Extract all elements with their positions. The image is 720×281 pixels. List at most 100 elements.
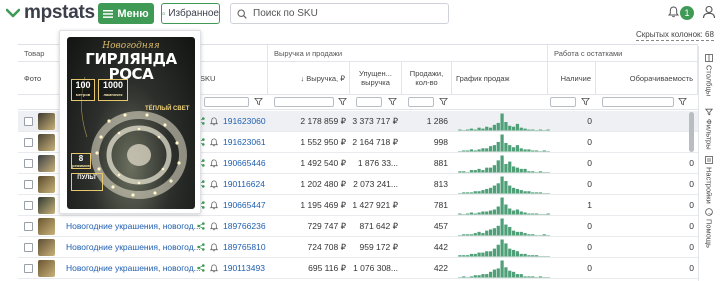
sku-link[interactable]: 190113493 xyxy=(223,258,268,278)
track-bell-icon[interactable] xyxy=(210,117,218,126)
row-checkbox[interactable] xyxy=(24,201,33,210)
row-checkbox[interactable] xyxy=(24,264,33,273)
filter-qty-input[interactable] xyxy=(408,97,434,107)
sales-sparkline[interactable] xyxy=(458,238,550,257)
sparkline-bar xyxy=(481,211,485,215)
track-bell-icon[interactable] xyxy=(210,138,218,147)
column-sales-qty[interactable]: Продажи, кол-во xyxy=(402,62,452,95)
sparkline-bar xyxy=(481,252,485,257)
availability-value: 0 xyxy=(587,137,592,147)
product-thumbnail[interactable] xyxy=(38,260,55,277)
column-photo[interactable]: Фото xyxy=(18,62,62,95)
share-icon[interactable] xyxy=(197,243,205,251)
track-bell-icon[interactable] xyxy=(210,264,218,273)
sku-link[interactable]: 191623061 xyxy=(223,132,268,152)
track-bell-icon[interactable] xyxy=(210,201,218,210)
sku-link[interactable]: 191623060 xyxy=(223,111,268,131)
sparkline-bar xyxy=(515,251,520,257)
product-name-link[interactable]: Новогодние украшения, новогод... xyxy=(66,216,201,236)
tab-settings[interactable]: Настройки xyxy=(701,156,717,204)
bell-icon[interactable] xyxy=(668,6,679,18)
sales-sparkline[interactable] xyxy=(458,154,550,173)
table-row[interactable]: Новогодние украшения, новогод... 18976623… xyxy=(18,216,698,237)
column-turnover[interactable]: Оборачиваемость xyxy=(596,62,698,95)
product-thumbnail[interactable] xyxy=(38,239,55,256)
track-bell-icon[interactable] xyxy=(210,243,218,252)
table-row[interactable]: Новогодние украшения, новогод... 18976581… xyxy=(18,237,698,258)
row-checkbox[interactable] xyxy=(24,180,33,189)
sales-sparkline[interactable] xyxy=(458,217,550,236)
row-checkbox[interactable] xyxy=(24,159,33,168)
column-revenue[interactable]: ↓ Выручка, ₽ xyxy=(268,62,350,95)
sku-link[interactable]: 190116624 xyxy=(223,174,268,194)
filter-lost-input[interactable] xyxy=(356,97,382,107)
share-icon[interactable] xyxy=(197,264,205,272)
menu-button[interactable]: Меню xyxy=(98,3,154,24)
column-sales-chart[interactable]: График продаж xyxy=(452,62,548,95)
filter-icon[interactable] xyxy=(678,97,687,106)
sku-link[interactable]: 190665447 xyxy=(223,195,268,215)
sku-link[interactable]: 189765810 xyxy=(223,237,268,257)
table-scrollbar[interactable] xyxy=(689,112,694,152)
filter-icon[interactable] xyxy=(439,97,448,106)
sparkline-bar xyxy=(485,230,489,236)
hidden-columns-link[interactable]: Скрытых колонок: 68 xyxy=(636,30,714,41)
product-thumbnail[interactable] xyxy=(38,218,55,235)
sku-search[interactable] xyxy=(230,3,449,24)
column-availability[interactable]: Наличие xyxy=(548,62,596,95)
help-icon: ? xyxy=(705,208,713,216)
availability-value: 0 xyxy=(587,116,592,126)
product-name-link[interactable]: Новогодние украшения, новогод... xyxy=(66,258,201,278)
row-checkbox[interactable] xyxy=(24,138,33,147)
sparkline-bar xyxy=(519,168,523,173)
filter-icon[interactable] xyxy=(388,97,397,106)
track-bell-icon[interactable] xyxy=(210,222,218,231)
table-row[interactable]: Новогодние украшения, новогод... 19011349… xyxy=(18,258,698,279)
product-thumbnail[interactable] xyxy=(38,197,55,214)
availability-value: 0 xyxy=(587,263,592,273)
track-bell-icon[interactable] xyxy=(210,159,218,168)
row-checkbox[interactable] xyxy=(24,243,33,252)
notification-badge[interactable]: 1 xyxy=(680,6,694,20)
sparkline-bar xyxy=(519,190,523,194)
row-checkbox[interactable] xyxy=(24,222,33,231)
sales-sparkline[interactable] xyxy=(458,133,550,152)
turnover-value: 0 xyxy=(689,179,694,189)
product-thumbnail[interactable] xyxy=(38,155,55,172)
sales-sparkline[interactable] xyxy=(458,175,550,194)
product-thumbnail[interactable] xyxy=(38,134,55,151)
search-input[interactable] xyxy=(253,8,433,19)
tab-filters[interactable]: Фильтры xyxy=(701,108,717,150)
product-thumbnail[interactable] xyxy=(38,113,55,130)
row-checkbox[interactable] xyxy=(24,117,33,126)
favorites-button[interactable]: Избранное xyxy=(161,3,220,24)
product-thumbnail[interactable] xyxy=(38,176,55,193)
share-icon[interactable] xyxy=(197,222,205,230)
tab-help[interactable]: ? Помощь xyxy=(701,208,717,248)
logo[interactable]: mpstats xyxy=(6,2,95,23)
sparkline-bar xyxy=(496,141,500,152)
poster-modes: 8 режимов xyxy=(71,153,91,169)
lost-revenue-value: 871 642 ₽ xyxy=(359,220,399,231)
sparkline-bar xyxy=(496,122,500,131)
sku-link[interactable]: 190665446 xyxy=(223,153,268,173)
revenue-value: 1 492 540 ₽ xyxy=(300,157,346,168)
sales-sparkline[interactable] xyxy=(458,112,550,131)
tab-columns[interactable]: Столбцы xyxy=(701,54,717,96)
sales-sparkline[interactable] xyxy=(458,196,550,215)
filter-sku-input[interactable] xyxy=(204,97,249,107)
filter-icon[interactable] xyxy=(338,97,347,106)
sales-sparkline[interactable] xyxy=(458,259,550,278)
user-icon[interactable] xyxy=(702,5,716,19)
product-name-link[interactable]: Новогодние украшения, новогод... xyxy=(66,237,201,257)
sales-qty-value: 998 xyxy=(433,137,448,147)
revenue-value: 2 178 859 ₽ xyxy=(300,115,346,126)
filter-icon[interactable] xyxy=(254,97,263,106)
filter-turnover-input[interactable] xyxy=(602,97,674,107)
filter-revenue-input[interactable] xyxy=(274,97,334,107)
column-lost-revenue[interactable]: Упущен... выручка xyxy=(350,62,402,95)
filter-availability-input[interactable] xyxy=(550,97,576,107)
sku-link[interactable]: 189766236 xyxy=(223,216,268,236)
track-bell-icon[interactable] xyxy=(210,180,218,189)
filter-icon[interactable] xyxy=(581,97,590,106)
